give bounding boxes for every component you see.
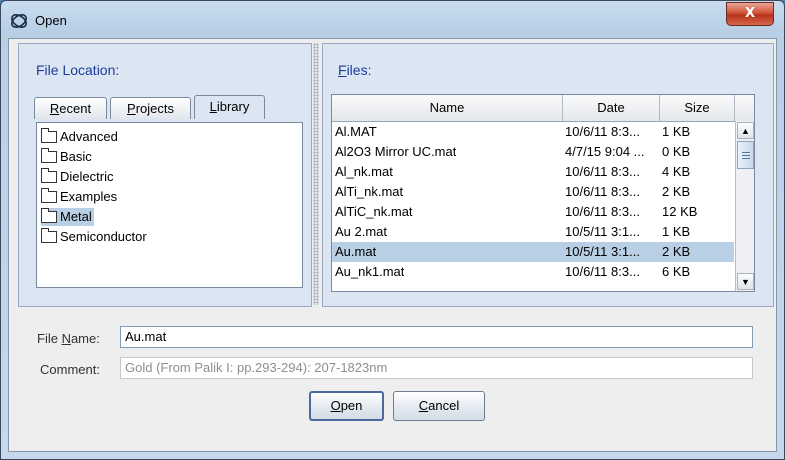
- folder-icon: [41, 227, 57, 243]
- folder-label: Dielectric: [60, 169, 114, 184]
- comment-field[interactable]: Gold (From Palik I: pp.293-294): 207-182…: [120, 357, 753, 379]
- file-date-cell: 4/7/15 9:04 ...: [565, 144, 645, 159]
- cancel-button[interactable]: Cancel: [393, 391, 485, 421]
- files-table[interactable]: Name Date Size Al.MAT 10/6/11 8:3... 1 K…: [331, 94, 755, 292]
- file-name-label-post: ame:: [70, 331, 100, 346]
- file-size-cell: 12 KB: [662, 204, 698, 219]
- file-name-cell: Au_nk1.mat: [335, 264, 405, 279]
- comment-label: Comment:: [40, 362, 100, 377]
- file-name-label: File Name:: [37, 331, 100, 346]
- files-label: Files:: [338, 62, 371, 78]
- tab-recent[interactable]: Recent: [34, 97, 107, 119]
- file-size-cell: 2 KB: [662, 184, 691, 199]
- tab-projects[interactable]: Projects: [110, 97, 191, 119]
- open-button-label: pen: [340, 398, 363, 413]
- window-title: Open: [35, 13, 67, 28]
- file-size-cell: 1 KB: [662, 124, 691, 139]
- scroll-down-arrow-icon[interactable]: ▼: [737, 273, 754, 290]
- file-date-cell: 10/6/11 8:3...: [565, 124, 640, 139]
- files-label-mnemonic: F: [338, 62, 347, 78]
- file-date-cell: 10/6/11 8:3...: [565, 204, 640, 219]
- file-size-cell: 1 KB: [662, 224, 691, 239]
- file-name-cell: Au 2.mat: [335, 224, 388, 239]
- folder-item-metal[interactable]: Metal: [41, 207, 94, 226]
- folder-icon: [41, 207, 57, 223]
- file-name-cell: Au.mat: [335, 244, 377, 259]
- file-size-cell: 6 KB: [662, 264, 691, 279]
- table-row[interactable]: Au_nk1.mat 10/6/11 8:3... 6 KB: [332, 262, 734, 282]
- grip-line: [742, 158, 750, 159]
- file-date-cell: 10/5/11 3:1...: [565, 244, 640, 259]
- folder-icon: [41, 127, 57, 143]
- grip-line: [742, 155, 750, 156]
- file-size-cell: 2 KB: [662, 244, 691, 259]
- file-name-label-pre: File: [37, 331, 62, 346]
- file-name-cell: Al2O3 Mirror UC.mat: [335, 144, 457, 159]
- tab-library-mnemonic: L: [209, 99, 217, 114]
- folder-label: Basic: [60, 149, 92, 164]
- folder-label: Advanced: [60, 129, 118, 144]
- table-row[interactable]: Al.MAT 10/6/11 8:3... 1 KB: [332, 122, 734, 142]
- title-bar[interactable]: Open X: [1, 1, 784, 39]
- folder-item-semiconductor[interactable]: Semiconductor: [41, 227, 149, 246]
- folder-item-advanced[interactable]: Advanced: [41, 127, 120, 146]
- table-row[interactable]: Al_nk.mat 10/6/11 8:3... 4 KB: [332, 162, 734, 182]
- tab-projects-label: rojects: [135, 101, 174, 116]
- cancel-button-label: ancel: [428, 398, 460, 413]
- close-button[interactable]: X: [726, 2, 774, 26]
- file-size-cell: 0 KB: [662, 144, 691, 159]
- file-name-cell: AlTiC_nk.mat: [335, 204, 413, 219]
- folder-item-basic[interactable]: Basic: [41, 147, 94, 166]
- folder-item-dielectric[interactable]: Dielectric: [41, 167, 115, 186]
- table-row[interactable]: Al2O3 Mirror UC.mat 4/7/15 9:04 ... 0 KB: [332, 142, 734, 162]
- file-date-cell: 10/5/11 3:1...: [565, 224, 640, 239]
- tab-library-label: ibrary: [216, 99, 250, 114]
- file-location-label: File Location:: [36, 62, 120, 78]
- table-row[interactable]: AlTiC_nk.mat 10/6/11 8:3... 12 KB: [332, 202, 734, 222]
- folder-icon: [41, 147, 57, 163]
- cancel-button-mnemonic: C: [418, 398, 429, 413]
- column-header-date[interactable]: Date: [563, 95, 660, 121]
- tab-recent-mnemonic: R: [49, 101, 60, 116]
- file-date-cell: 10/6/11 8:3...: [565, 164, 640, 179]
- vertical-scrollbar[interactable]: ▲ ▼: [735, 121, 754, 291]
- open-app-icon: [11, 14, 27, 28]
- file-name-label-mnemonic: N: [61, 331, 71, 346]
- tab-projects-mnemonic: P: [127, 101, 136, 116]
- folder-label: Metal: [60, 209, 92, 224]
- column-header-size[interactable]: Size: [660, 95, 735, 121]
- file-name-cell: Al.MAT: [335, 124, 377, 139]
- file-name-field[interactable]: Au.mat: [120, 326, 753, 348]
- table-row-selected[interactable]: Au.mat 10/5/11 3:1... 2 KB: [332, 242, 734, 262]
- folder-label: Semiconductor: [60, 229, 147, 244]
- column-header-name[interactable]: Name: [332, 95, 563, 121]
- folder-tree[interactable]: Advanced Basic Dielectric Examples Metal…: [36, 122, 303, 288]
- file-name-cell: AlTi_nk.mat: [335, 184, 404, 199]
- folder-label: Examples: [60, 189, 118, 204]
- open-button-mnemonic: O: [330, 398, 341, 413]
- panel-splitter[interactable]: [313, 43, 319, 305]
- folder-icon: [41, 187, 57, 203]
- open-button[interactable]: Open: [309, 391, 384, 421]
- files-label-text: iles:: [346, 62, 372, 78]
- tab-library[interactable]: Library: [194, 95, 265, 119]
- folder-item-examples[interactable]: Examples: [41, 187, 119, 206]
- folder-icon: [41, 167, 57, 183]
- scroll-up-arrow-icon[interactable]: ▲: [737, 122, 754, 139]
- file-name-cell: Al_nk.mat: [335, 164, 393, 179]
- scrollbar-thumb[interactable]: [737, 141, 754, 169]
- grip-line: [742, 152, 750, 153]
- file-date-cell: 10/6/11 8:3...: [565, 264, 640, 279]
- table-header: Name Date Size: [332, 95, 754, 122]
- close-icon: X: [744, 6, 756, 21]
- file-date-cell: 10/6/11 8:3...: [565, 184, 640, 199]
- table-row[interactable]: AlTi_nk.mat 10/6/11 8:3... 2 KB: [332, 182, 734, 202]
- tab-recent-label: ecent: [59, 101, 92, 116]
- file-size-cell: 4 KB: [662, 164, 691, 179]
- table-row[interactable]: Au 2.mat 10/5/11 3:1... 1 KB: [332, 222, 734, 242]
